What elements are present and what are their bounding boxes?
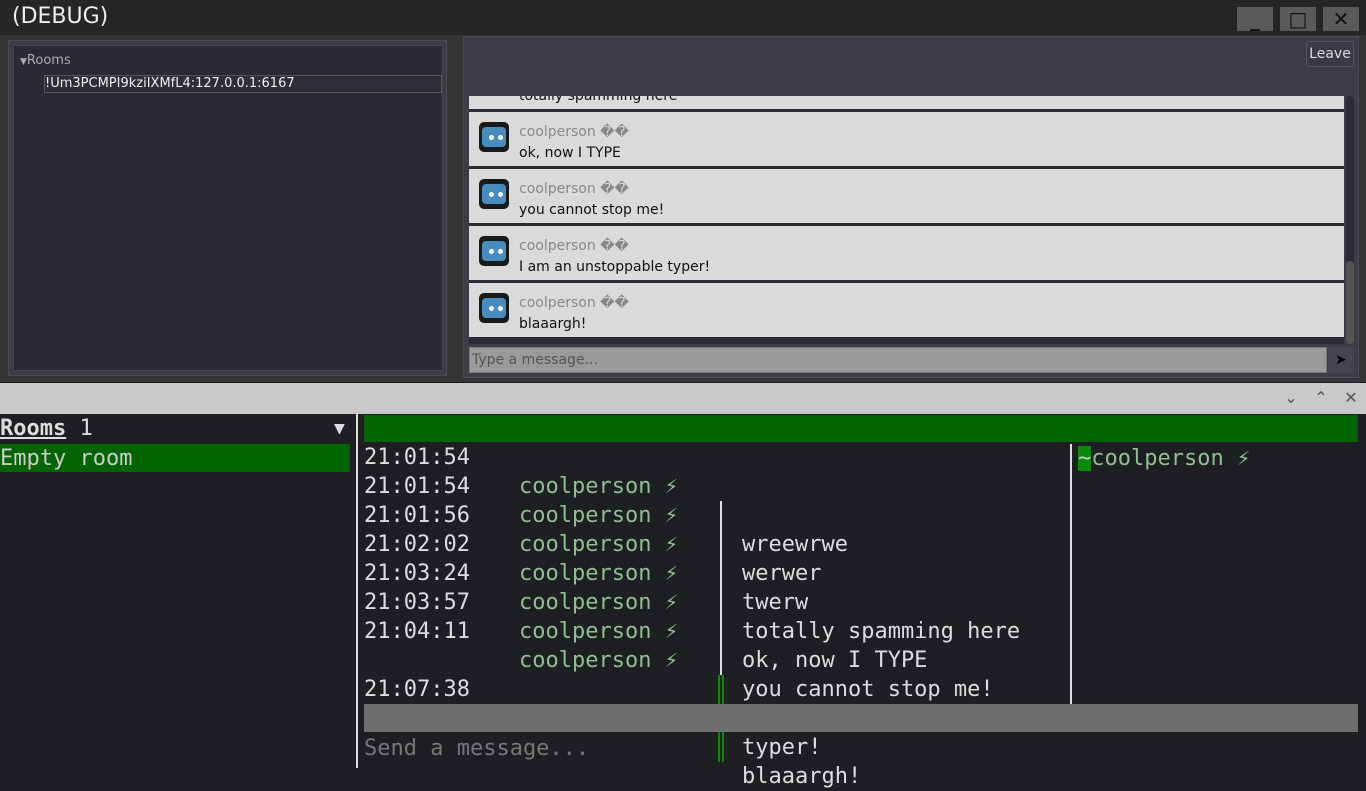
message-author: coolperson �� [519, 124, 629, 140]
message-text: ok, now I TYPE [519, 145, 621, 161]
message-input[interactable]: Type a message... [469, 347, 1327, 373]
message-text: totally spamming here [519, 96, 678, 104]
chat-header [364, 415, 1358, 442]
rooms-label: Rooms [0, 416, 67, 441]
rooms-panel: ▼Rooms !Um3PCMPI9kziIXMfL4:127.0.0.1:616… [8, 40, 447, 376]
close-icon[interactable]: ✕ [1341, 388, 1361, 407]
room-list-item[interactable]: Empty room [0, 444, 350, 472]
timestamp: 21:02:02 [364, 532, 470, 557]
sender: coolperson ⚡ [519, 532, 678, 557]
message-text: blaaargh! [742, 764, 862, 789]
message-text: twerw [742, 590, 809, 615]
terminal-message-row: 21:03:24 coolperson ⚡ ok, now I TYPE [364, 559, 927, 673]
sender: coolperson ⚡ [519, 561, 678, 586]
divider [356, 414, 358, 768]
timestamp: 21:01:54 [364, 474, 470, 499]
terminal-message-row: 21:01:56 coolperson ⚡ twerw [364, 501, 808, 615]
terminal-message-row: 21:02:02 coolperson ⚡ totally spamming h… [364, 530, 1020, 644]
message-text: totally spamming here [742, 619, 1021, 644]
title-bar: (DEBUG) _ □ ✕ [0, 0, 1366, 36]
message-text: you cannot stop me! [742, 677, 994, 702]
avatar [479, 122, 509, 152]
terminal-message-row: 21:03:57 coolperson ⚡ you cannot stop me… [364, 588, 994, 702]
message-text: werwer [742, 561, 822, 586]
message-item: coolperson �� I am an unstoppable typer! [469, 226, 1344, 280]
dropdown-icon[interactable]: ▼ [334, 414, 345, 443]
message-item: coolperson �� blaaargh! [469, 283, 1344, 337]
thread-line [720, 559, 722, 588]
sender: coolperson ⚡ [519, 619, 678, 644]
rooms-count: 1 [79, 416, 93, 441]
message-author: coolperson �� [519, 295, 629, 311]
message-text: blaaargh! [519, 316, 587, 332]
rooms-tree: ▼Rooms !Um3PCMPI9kziIXMfL4:127.0.0.1:616… [13, 45, 443, 371]
user-prefix: ~ [1078, 446, 1092, 471]
message-item: coolperson �� ok, now I TYPE [469, 112, 1344, 166]
gui-app: ▼Rooms !Um3PCMPI9kziIXMfL4:127.0.0.1:616… [0, 36, 1366, 382]
divider [1070, 444, 1072, 704]
message-text: I am an unstoppable typer! [519, 259, 711, 275]
message-text: wreewrwe [742, 532, 848, 557]
leave-button[interactable]: Leave [1306, 41, 1354, 67]
chevron-down-icon[interactable]: ⌄ [1281, 388, 1301, 407]
sender: coolperson ⚡ [519, 474, 678, 499]
terminal-message-row: 21:01:54 coolperson ⚡ wreewrwe [364, 443, 848, 557]
window-title: (DEBUG) [12, 4, 109, 29]
tree-header-label: Rooms [26, 53, 71, 68]
send-icon[interactable]: ➤ [1328, 347, 1354, 373]
message-item: totally spamming here [469, 96, 1344, 109]
send-message-input[interactable]: Send a message... [364, 734, 589, 763]
caret-down-icon: ▼ [20, 57, 27, 67]
timestamp: 21:03:57 [364, 590, 470, 615]
timestamp: 21:01:54 [364, 445, 470, 470]
avatar [479, 293, 509, 323]
scrollbar-thumb[interactable] [1346, 261, 1354, 344]
chevron-up-icon[interactable]: ⌃ [1311, 388, 1331, 407]
thread-line [720, 617, 722, 646]
sender: coolperson ⚡ [519, 590, 678, 615]
avatar [479, 179, 509, 209]
message-item: coolperson �� you cannot stop me! [469, 169, 1344, 223]
user-name: coolperson ⚡ [1091, 446, 1251, 471]
chat-panel: Leave totally spamming here coolperson �… [463, 36, 1359, 378]
message-text: typer! [742, 735, 822, 760]
sender: coolperson ⚡ [519, 648, 678, 673]
message-text: ok, now I TYPE [742, 648, 928, 673]
status-bar [364, 704, 1358, 732]
terminal-message-row: 21:01:54 coolperson ⚡ werwer [364, 472, 821, 586]
sender: coolperson ⚡ [519, 503, 678, 528]
timestamp: 21:03:24 [364, 561, 470, 586]
thread-line [718, 675, 724, 704]
timestamp: 21:04:11 [364, 619, 470, 644]
message-author: coolperson �� [519, 181, 629, 197]
thread-line [720, 588, 722, 617]
timestamp: 21:07:38 [364, 677, 470, 702]
tree-header[interactable]: ▼Rooms [20, 53, 71, 68]
close-button[interactable]: ✕ [1323, 7, 1359, 31]
terminal-message-row: typer! [364, 646, 821, 760]
timestamp: 21:01:56 [364, 503, 470, 528]
message-text: you cannot stop me! [519, 202, 665, 218]
thread-line [720, 646, 722, 675]
rooms-header: Rooms 1 [0, 414, 93, 443]
message-author: coolperson �� [519, 238, 629, 254]
thread-line [720, 530, 722, 559]
thread-line [718, 733, 724, 762]
room-item[interactable]: !Um3PCMPI9kziIXMfL4:127.0.0.1:6167 [44, 75, 442, 93]
terminal-message-row: 21:04:11 coolperson ⚡ I am an unstoppabl… [364, 617, 994, 731]
message-list: totally spamming here coolperson �� ok, … [469, 96, 1344, 344]
thread-line [720, 501, 722, 530]
terminal-toolbar: ⌄ ⌃ ✕ [0, 383, 1366, 414]
avatar [479, 236, 509, 266]
minimize-button[interactable]: _ [1237, 7, 1273, 31]
terminal-message-row: 21:07:38 coolperson ⚡ blaaargh! [364, 675, 861, 789]
user-list-item[interactable]: ~coolperson ⚡ [1078, 444, 1250, 473]
maximize-button[interactable]: □ [1280, 7, 1316, 31]
